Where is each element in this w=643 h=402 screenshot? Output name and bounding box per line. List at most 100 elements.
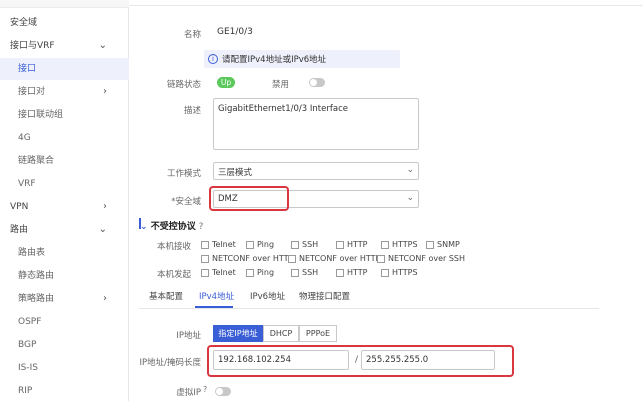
receive-option-label: NETCONF over HTTPS [299,254,386,263]
virtual-ip-toggle[interactable] [215,387,231,396]
sidebar-item-label: 链路聚合 [18,156,55,166]
sidebar-item-label: 接口与VRF [10,41,55,51]
chevron-right-icon: › [103,293,107,304]
sidebar-item[interactable]: 安全域 [0,12,129,34]
local-send-label: 本机发起 [156,270,191,280]
sidebar-item-label: 接口 [18,64,37,74]
tab-physical[interactable]: 物理接口配置 [299,290,350,302]
ip-mask-highlight [207,345,514,377]
chevron-down-icon: ⌄ [140,222,151,232]
receive-option-label: Ping [257,240,275,249]
sidebar-item-label: 策略路由 [18,294,55,304]
send-option-label: Ping [257,268,275,277]
link-status-label: 链路状态 [166,80,201,90]
sidebar-item[interactable]: BGP [0,334,129,356]
chevron-right-icon: › [103,201,107,212]
send-option-checkbox[interactable] [201,269,209,277]
receive-option-checkbox[interactable] [288,255,296,263]
sidebar-item-label: VPN [10,202,29,212]
ip-notice: i 请配置IPv4地址或IPv6地址 [204,50,400,68]
sidebar-item[interactable]: 接口 [0,58,129,80]
work-mode-select[interactable]: 三层模式 ⌄ [213,162,419,180]
tab-basic[interactable]: 基本配置 [149,290,183,302]
help-icon: ? [203,385,208,394]
help-icon: ? [195,222,204,232]
sidebar-item-label: RIP [18,386,33,396]
description-value: GigabitEthernet1/0/3 Interface [218,104,348,114]
receive-option-checkbox[interactable] [201,255,209,263]
status-badge: Up [217,77,235,88]
sidebar-item[interactable]: RIP [0,380,129,402]
sidebar-item-label: 4G [18,133,31,143]
notice-text: 请配置IPv4地址或IPv6地址 [222,55,327,65]
receive-option-label: NETCONF over HTTP [212,254,294,263]
send-option-checkbox[interactable] [336,269,344,277]
tab-ipv6[interactable]: IPv6地址 [250,290,285,302]
send-option-checkbox[interactable] [246,269,254,277]
chevron-right-icon: › [103,86,107,97]
security-zone-label: *安全域 [171,197,201,207]
addr-mask-label: IP地址/掩码长度 [139,358,202,368]
sidebar-item-label: IS-IS [18,363,38,373]
sidebar-item-label: 接口对 [18,87,46,97]
sidebar-item[interactable]: IS-IS [0,357,129,379]
sidebar-item-label: 接口联动组 [18,110,64,120]
sidebar-item[interactable]: 链路聚合 [0,150,129,172]
ip-label: IP地址 [176,331,201,341]
tabs-divider [139,308,599,309]
info-icon: i [208,54,218,64]
local-receive-label: 本机接收 [156,242,191,252]
sidebar-item-label: BGP [18,340,37,350]
send-option-label: HTTPS [392,268,418,277]
name-value: GE1/0/3 [217,27,253,37]
breadcrumb [129,0,643,6]
protocols-title[interactable]: ⌄ 不受控协议 ? [140,219,203,232]
security-zone-highlight [209,186,289,211]
sidebar-item[interactable]: 接口与VRF ⌄ [0,35,129,57]
ip-mode-static[interactable]: 指定IP地址 [213,325,263,342]
sidebar-item[interactable]: VPN › [0,196,129,218]
receive-option-checkbox[interactable] [336,241,344,249]
send-option-label: Telnet [212,268,236,277]
main-panel: 名称 GE1/0/3 i 请配置IPv4地址或IPv6地址 链路状态 Up 禁用… [129,0,643,401]
sidebar-item-label: OSPF [18,317,42,327]
sidebar-item[interactable]: 接口联动组 [0,104,129,126]
name-label: 名称 [183,30,201,40]
tab-ipv4[interactable]: IPv4地址 [199,290,234,302]
sidebar-item[interactable]: 路由 ⌄ [0,219,129,241]
receive-option-checkbox[interactable] [426,241,434,249]
description-label: 描述 [183,106,201,116]
sidebar-item-label: 路由表 [18,248,46,258]
receive-option-checkbox[interactable] [377,255,385,263]
sidebar-item[interactable]: 路由表 [0,242,129,264]
disable-label: 禁用 [271,80,289,90]
tab-active-underline [195,306,233,308]
disable-toggle[interactable] [309,78,325,87]
receive-option-checkbox[interactable] [291,241,299,249]
receive-option-label: NETCONF over SSH [388,254,466,263]
ip-mode-pppoe[interactable]: PPPoE [299,325,337,342]
chevron-down-icon: ⌄ [406,165,414,175]
sidebar-item[interactable]: VRF [0,173,129,195]
send-option-checkbox[interactable] [291,269,299,277]
receive-option-checkbox[interactable] [381,241,389,249]
sidebar-item[interactable]: 接口对 › [0,81,129,103]
sidebar-item[interactable]: OSPF [0,311,129,333]
chevron-down-icon: ⌄ [406,193,414,203]
sidebar-item-label: 安全域 [10,18,38,28]
send-option-checkbox[interactable] [381,269,389,277]
chevron-down-icon: ⌄ [98,224,107,235]
sidebar-item[interactable]: 4G [0,127,129,149]
send-option-label: SSH [302,268,319,277]
sidebar-item[interactable]: 策略路由 › [0,288,129,310]
work-mode-value: 三层模式 [218,168,253,178]
description-textarea[interactable]: GigabitEthernet1/0/3 Interface [213,98,419,150]
ip-mode-dhcp[interactable]: DHCP [263,325,299,342]
send-option-label: HTTP [347,268,368,277]
receive-option-label: SNMP [437,240,460,249]
receive-option-label: HTTP [347,240,368,249]
sidebar-item[interactable]: 静态路由 [0,265,129,287]
receive-option-checkbox[interactable] [246,241,254,249]
receive-option-checkbox[interactable] [201,241,209,249]
protocols-title-text: 不受控协议 [150,222,196,232]
